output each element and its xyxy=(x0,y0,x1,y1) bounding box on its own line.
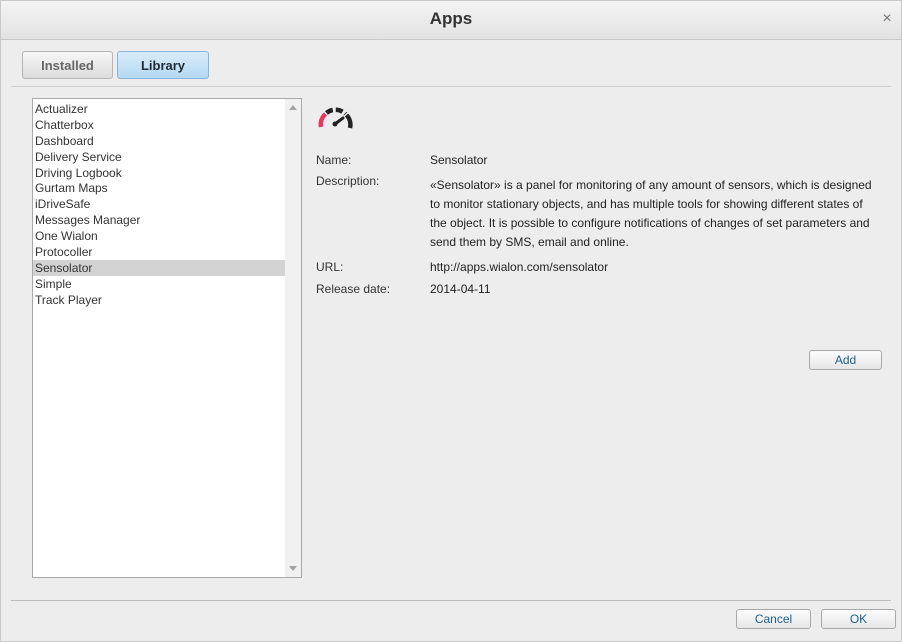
list-item[interactable]: Track Player xyxy=(33,292,285,308)
add-button[interactable]: Add xyxy=(809,350,882,370)
dialog-title: Apps xyxy=(429,9,473,28)
app-list[interactable]: Actualizer Chatterbox Dashboard Delivery Se… xyxy=(32,98,302,578)
list-item[interactable]: Protocoller xyxy=(33,244,285,260)
list-item[interactable]: Gurtam Maps xyxy=(33,180,285,196)
list-item[interactable]: Chatterbox xyxy=(33,117,285,133)
description-value: «Sensolator» is a panel for monitoring o… xyxy=(430,178,872,249)
release-date-value: 2014-04-11 xyxy=(430,282,491,296)
release-date-label: Release date: xyxy=(316,282,391,296)
cancel-button[interactable]: Cancel xyxy=(736,609,811,629)
url-label: URL: xyxy=(316,260,344,274)
ok-button[interactable]: OK xyxy=(821,609,896,629)
tab-installed[interactable]: Installed xyxy=(22,51,113,79)
description-label: Description: xyxy=(316,174,380,188)
url-value: http://apps.wialon.com/sensolator xyxy=(430,260,609,274)
title-bar: Apps × xyxy=(1,1,901,40)
list-item[interactable]: Sensolator xyxy=(33,259,285,276)
list-item[interactable]: Messages Manager xyxy=(33,212,285,228)
close-icon[interactable]: × xyxy=(879,11,895,27)
scroll-up-icon[interactable] xyxy=(289,105,297,110)
tab-library[interactable]: Library xyxy=(117,51,209,79)
app-list-items: Actualizer Chatterbox Dashboard Delivery Se… xyxy=(33,101,285,308)
list-scrollbar[interactable] xyxy=(285,99,301,577)
divider xyxy=(11,86,891,87)
list-item[interactable]: Actualizer xyxy=(33,101,285,117)
list-item[interactable]: Dashboard xyxy=(33,133,285,149)
speedometer-icon xyxy=(318,107,353,129)
list-item[interactable]: Delivery Service xyxy=(33,149,285,165)
footer-divider xyxy=(11,600,891,601)
list-item[interactable]: One Wialon xyxy=(33,228,285,244)
apps-dialog: Apps × Installed Library Actualizer Chatt… xyxy=(0,0,902,642)
name-value: Sensolator xyxy=(430,153,488,167)
list-item[interactable]: Simple xyxy=(33,276,285,292)
scroll-down-icon[interactable] xyxy=(289,566,297,571)
list-item[interactable]: iDriveSafe xyxy=(33,196,285,212)
list-item[interactable]: Driving Logbook xyxy=(33,165,285,181)
name-label: Name: xyxy=(316,153,352,167)
